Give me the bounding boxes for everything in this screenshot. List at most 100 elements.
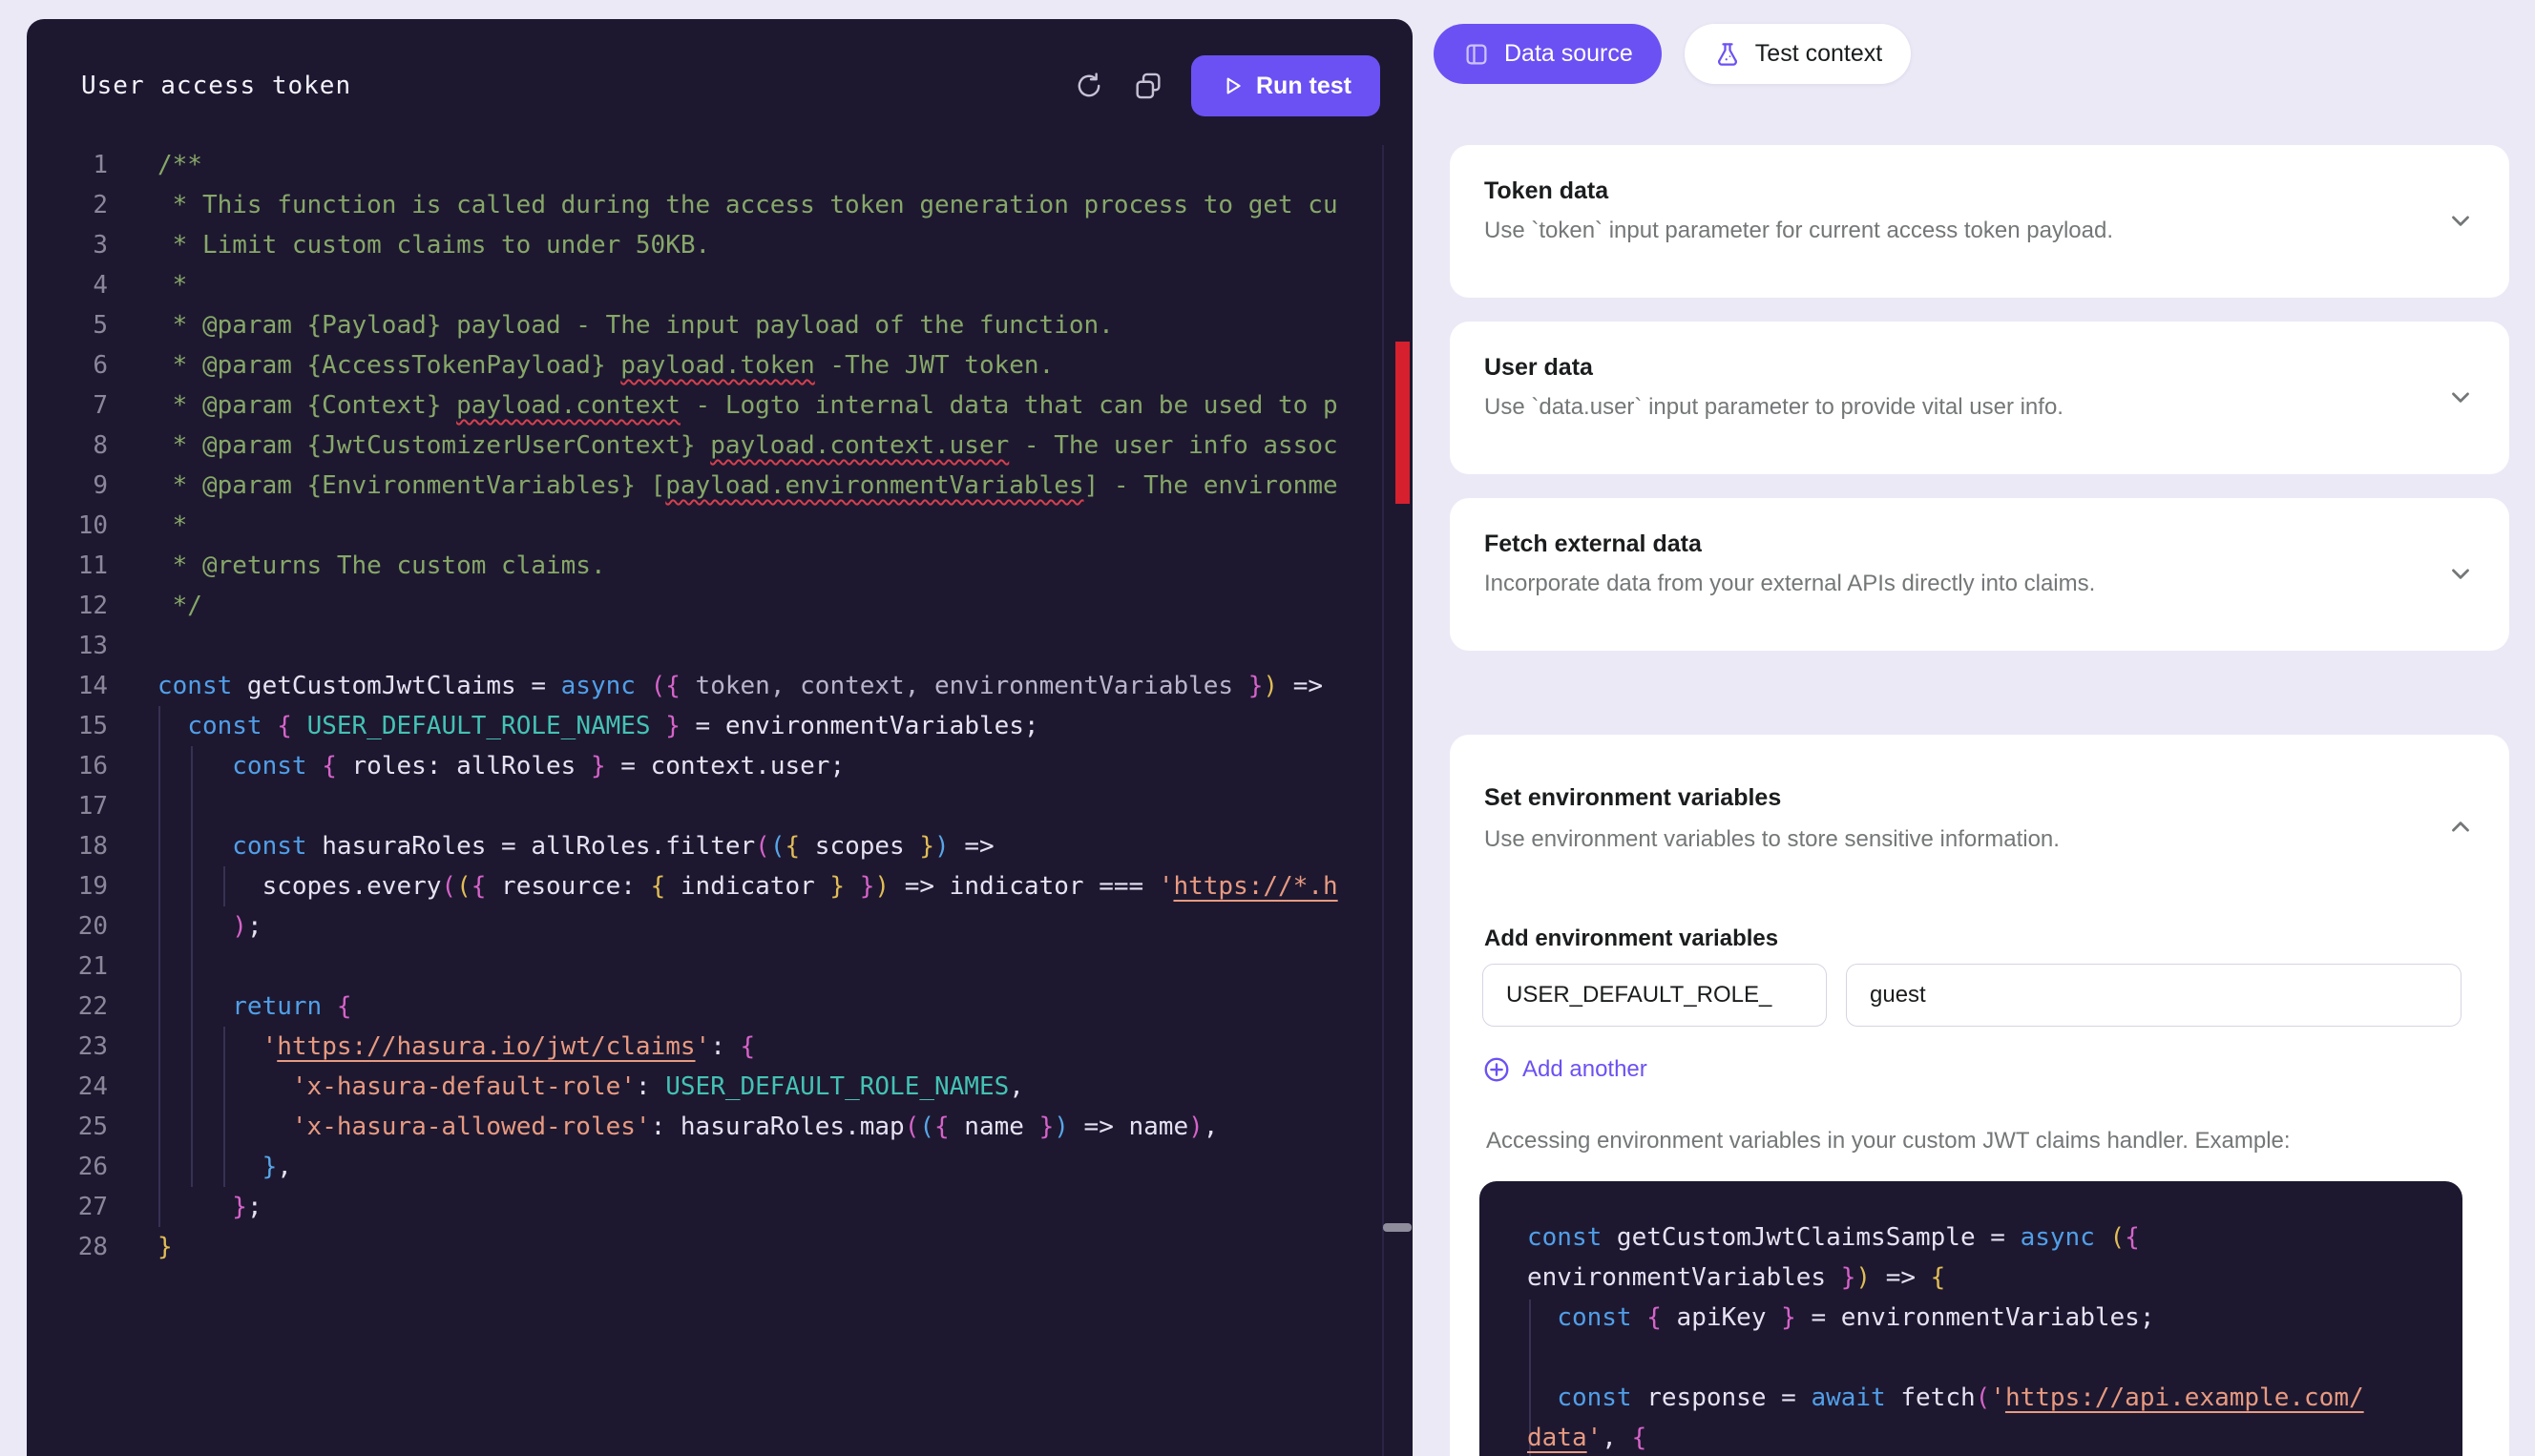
line-number: 25 xyxy=(27,1107,108,1147)
indent-guide xyxy=(223,1027,225,1187)
line-number: 13 xyxy=(27,626,108,666)
jwt-claims-editor-page: User access token xyxy=(0,0,2535,1456)
code-line: 16 const { roles: allRoles } = context.u… xyxy=(27,746,1413,786)
line-number: 2 xyxy=(27,185,108,225)
card-set-environment-variables[interactable]: Set environment variables Use environmen… xyxy=(1450,735,2509,1456)
overview-ruler-line xyxy=(1382,145,1384,1456)
line-number: 19 xyxy=(27,866,108,906)
code-line: const { apiKey } = environmentVariables; xyxy=(1527,1298,2447,1338)
code-line: const response = await fetch('https://ap… xyxy=(1527,1378,2447,1418)
copy-icon xyxy=(1132,70,1164,102)
code-line: 15 const { USER_DEFAULT_ROLE_NAMES } = e… xyxy=(27,706,1413,746)
line-number: 14 xyxy=(27,666,108,706)
chevron-down-icon[interactable] xyxy=(2446,206,2475,235)
code-line: 19 scopes.every(({ resource: { indicator… xyxy=(27,866,1413,906)
card-description: Use `token` input parameter for current … xyxy=(1484,218,2113,244)
line-number: 22 xyxy=(27,987,108,1027)
code-line: 12 */ xyxy=(27,586,1413,626)
play-icon xyxy=(1220,73,1245,98)
code-line: 26 }, xyxy=(27,1147,1413,1187)
env-value-input[interactable] xyxy=(1846,964,2462,1027)
line-number: 4 xyxy=(27,265,108,305)
card-description: Use `data.user` input parameter to provi… xyxy=(1484,394,2064,421)
editor-actions: Run test xyxy=(1073,55,1380,116)
code-line: 7 * @param {Context} payload.context - L… xyxy=(27,385,1413,426)
line-number: 16 xyxy=(27,746,108,786)
code-editor-panel: User access token xyxy=(27,19,1413,1456)
line-number: 18 xyxy=(27,826,108,866)
line-number: 6 xyxy=(27,345,108,385)
line-number: 15 xyxy=(27,706,108,746)
env-note: Accessing environment variables in your … xyxy=(1486,1128,2291,1154)
code-line xyxy=(1527,1338,2447,1378)
line-number: 9 xyxy=(27,466,108,506)
tab-label: Test context xyxy=(1755,40,1882,68)
flask-icon xyxy=(1713,40,1742,69)
card-description: Use environment variables to store sensi… xyxy=(1484,826,2060,853)
panel-tabs: Data source Test context xyxy=(1434,24,1911,84)
code-line: 27 }; xyxy=(27,1187,1413,1227)
code-line: 17 xyxy=(27,786,1413,826)
tab-data-source[interactable]: Data source xyxy=(1434,24,1662,84)
code-line: 8 * @param {JwtCustomizerUserContext} pa… xyxy=(27,426,1413,466)
tab-test-context[interactable]: Test context xyxy=(1685,24,1911,84)
scrollbar-thumb[interactable] xyxy=(1383,1223,1412,1232)
line-number: 23 xyxy=(27,1027,108,1067)
line-number: 28 xyxy=(27,1227,108,1267)
line-number: 3 xyxy=(27,225,108,265)
env-variable-row xyxy=(1482,964,2462,1027)
indent-guide xyxy=(191,746,193,1187)
line-number: 7 xyxy=(27,385,108,426)
card-title: Set environment variables xyxy=(1484,784,1781,812)
code-line: 9 * @param {EnvironmentVariables} [paylo… xyxy=(27,466,1413,506)
code-line: 10 * xyxy=(27,506,1413,546)
line-number: 17 xyxy=(27,786,108,826)
chevron-down-icon[interactable] xyxy=(2446,559,2475,588)
refresh-icon xyxy=(1073,70,1105,102)
code-line: 28} xyxy=(27,1227,1413,1267)
card-user-data[interactable]: User data Use `data.user` input paramete… xyxy=(1450,322,2509,474)
code-line: 18 const hasuraRoles = allRoles.filter((… xyxy=(27,826,1413,866)
editor-title: User access token xyxy=(81,72,351,100)
code-line: 21 xyxy=(27,946,1413,987)
code-line: 11 * @returns The custom claims. xyxy=(27,546,1413,586)
code-line: 14const getCustomJwtClaims = async ({ to… xyxy=(27,666,1413,706)
env-key-input[interactable] xyxy=(1482,964,1827,1027)
card-token-data[interactable]: Token data Use `token` input parameter f… xyxy=(1450,145,2509,298)
line-number: 8 xyxy=(27,426,108,466)
add-another-button[interactable]: Add another xyxy=(1482,1055,1647,1084)
line-number: 26 xyxy=(27,1147,108,1187)
indent-guide xyxy=(223,866,225,906)
code-line: 4 * xyxy=(27,265,1413,305)
code-line: 20 ); xyxy=(27,906,1413,946)
sidebar-panel-icon xyxy=(1462,40,1491,69)
line-number: 20 xyxy=(27,906,108,946)
sample-code: const getCustomJwtClaimsSample = async (… xyxy=(1527,1217,2447,1456)
indent-guide xyxy=(158,706,160,1227)
code-line: 5 * @param {Payload} payload - The input… xyxy=(27,305,1413,345)
copy-button[interactable] xyxy=(1132,70,1164,102)
line-number: 27 xyxy=(27,1187,108,1227)
code-line: data', { xyxy=(1527,1418,2447,1456)
code-line: 24 'x-hasura-default-role': USER_DEFAULT… xyxy=(27,1067,1413,1107)
code-line: environmentVariables }) => { xyxy=(1527,1258,2447,1298)
code-line: const getCustomJwtClaimsSample = async (… xyxy=(1527,1217,2447,1258)
chevron-down-icon[interactable] xyxy=(2446,383,2475,411)
card-fetch-external-data[interactable]: Fetch external data Incorporate data fro… xyxy=(1450,498,2509,651)
card-title: Token data xyxy=(1484,177,1608,205)
line-number: 21 xyxy=(27,946,108,987)
line-number: 12 xyxy=(27,586,108,626)
code-area[interactable]: 1/**2 * This function is called during t… xyxy=(27,145,1413,1456)
code-line: 22 return { xyxy=(27,987,1413,1027)
refresh-button[interactable] xyxy=(1073,70,1105,102)
line-number: 5 xyxy=(27,305,108,345)
circle-plus-icon xyxy=(1482,1055,1511,1084)
line-number: 11 xyxy=(27,546,108,586)
chevron-up-icon[interactable] xyxy=(2446,813,2475,842)
line-number: 10 xyxy=(27,506,108,546)
code-line: 6 * @param {AccessTokenPayload} payload.… xyxy=(27,345,1413,385)
card-title: User data xyxy=(1484,354,1593,382)
code-line: 1/** xyxy=(27,145,1413,185)
run-test-button[interactable]: Run test xyxy=(1191,55,1380,116)
code-line: 2 * This function is called during the a… xyxy=(27,185,1413,225)
